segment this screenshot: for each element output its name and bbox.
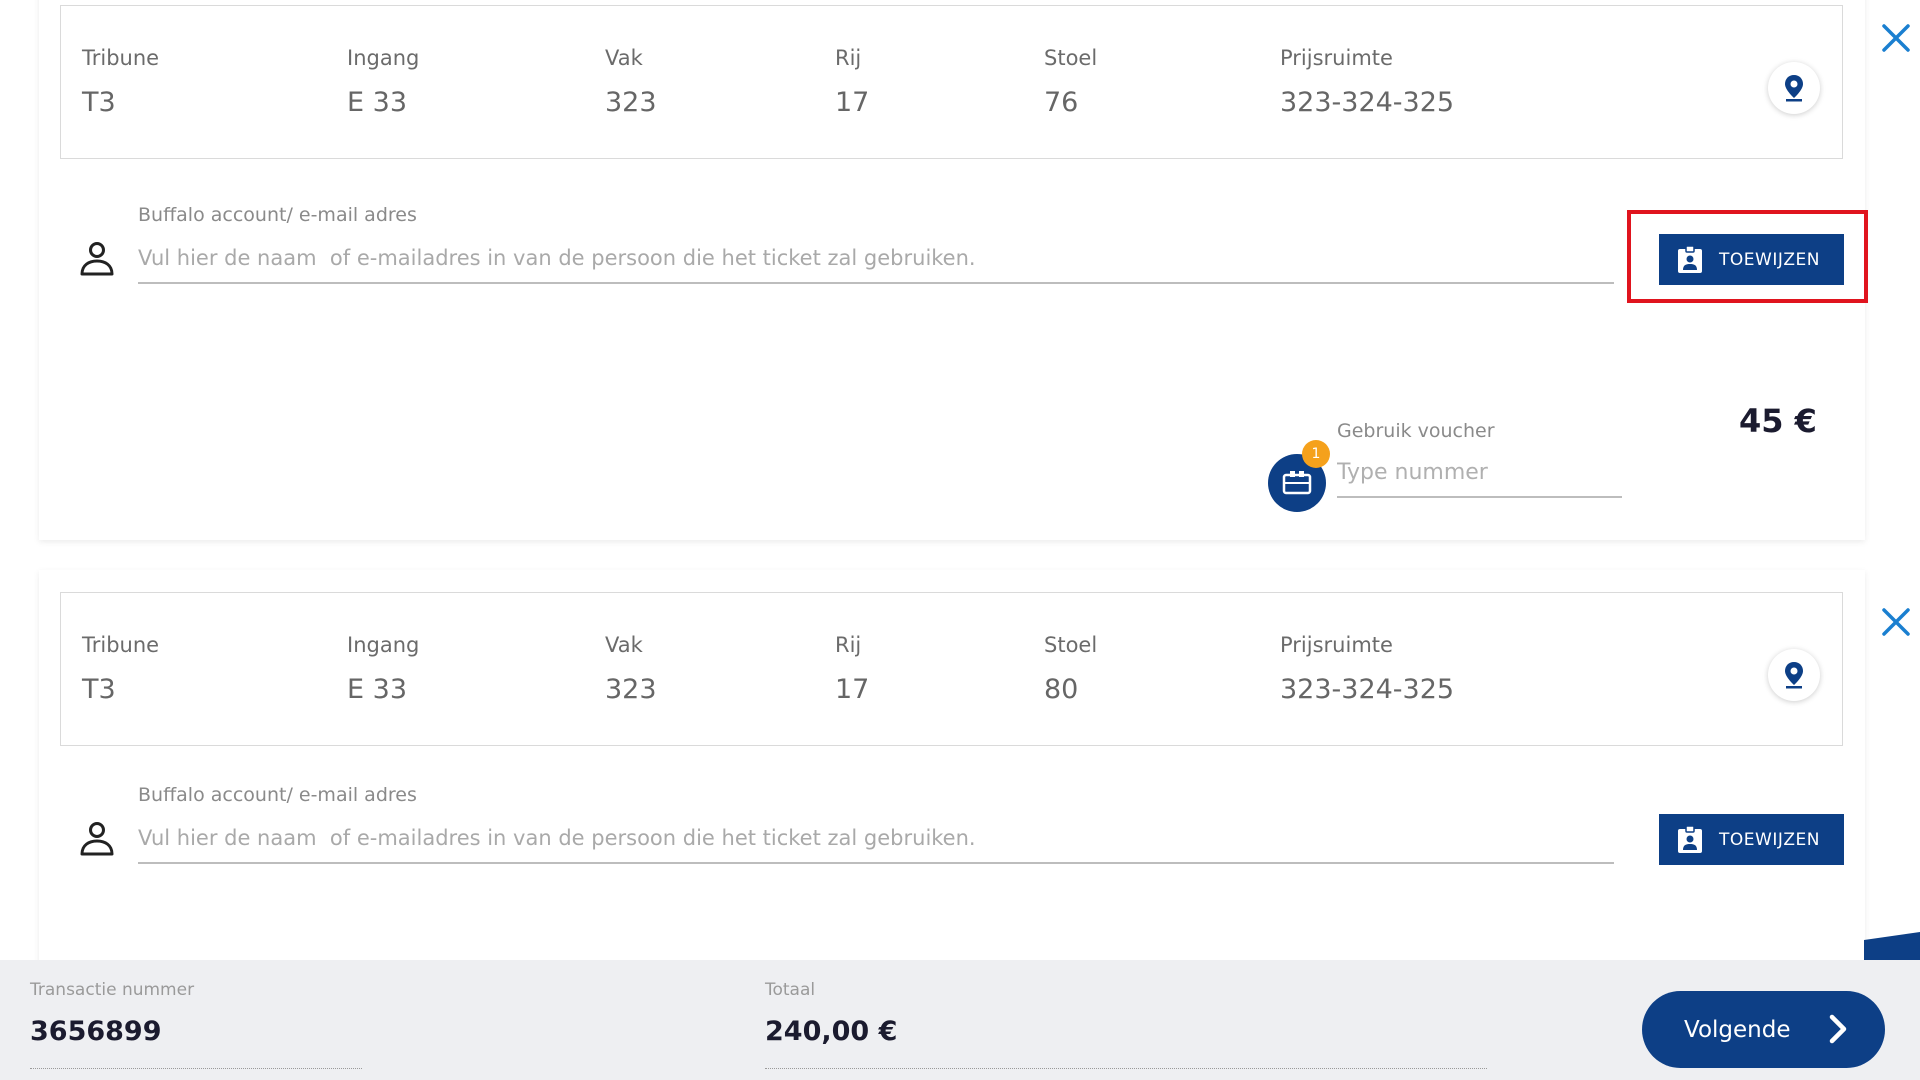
- chevron-right-icon: [1829, 1014, 1847, 1044]
- transaction-number-label: Transactie nummer: [30, 980, 195, 1000]
- prijsruimte-label: Prijsruimte: [1280, 633, 1393, 657]
- ingang-label: Ingang: [347, 46, 420, 70]
- divider: [765, 1068, 1487, 1069]
- rij-value: 17: [835, 674, 870, 705]
- total-value: 240,00 €: [765, 1016, 898, 1047]
- stoel-value: 80: [1044, 674, 1079, 705]
- tribune-label: Tribune: [82, 46, 160, 70]
- transaction-number-value: 3656899: [30, 1016, 162, 1047]
- stoel-value: 76: [1044, 87, 1079, 118]
- tribune-label: Tribune: [82, 633, 160, 657]
- rij-label: Rij: [835, 46, 862, 70]
- side-tab[interactable]: [1864, 932, 1920, 962]
- vak-value: 323: [605, 674, 657, 705]
- account-email-input[interactable]: [138, 814, 1614, 864]
- vak-value: 323: [605, 87, 657, 118]
- next-button[interactable]: Volgende: [1642, 991, 1885, 1068]
- assign-button-label: TOEWIJZEN: [1719, 829, 1820, 850]
- ticket-card-1: Tribune T3 Ingang E 33 Vak 323 Rij 17 St…: [39, 0, 1865, 540]
- ingang-label: Ingang: [347, 633, 420, 657]
- prijsruimte-label: Prijsruimte: [1280, 46, 1393, 70]
- map-pin-icon: [1785, 75, 1803, 102]
- voucher-count-badge: 1: [1302, 440, 1330, 468]
- close-icon[interactable]: [1878, 20, 1914, 56]
- user-icon: [80, 242, 114, 276]
- account-email-input[interactable]: [138, 234, 1614, 284]
- tribune-value: T3: [82, 87, 116, 118]
- tribune-value: T3: [82, 674, 116, 705]
- badge-icon: [1678, 245, 1702, 273]
- ticket-card-2: Tribune T3 Ingang E 33 Vak 323 Rij 17 St…: [39, 570, 1865, 970]
- account-label: Buffalo account/ e-mail adres: [138, 784, 417, 806]
- rij-label: Rij: [835, 633, 862, 657]
- ticket-price: 45 €: [1739, 402, 1817, 440]
- total-label: Totaal: [765, 980, 816, 1000]
- prijsruimte-value: 323-324-325: [1280, 87, 1455, 118]
- badge-icon: [1678, 825, 1702, 853]
- rij-value: 17: [835, 87, 870, 118]
- ingang-value: E 33: [347, 87, 407, 118]
- account-label: Buffalo account/ e-mail adres: [138, 204, 417, 226]
- vak-label: Vak: [605, 633, 643, 657]
- seat-info-box: Tribune T3 Ingang E 33 Vak 323 Rij 17 St…: [60, 592, 1843, 746]
- assign-button-label: TOEWIJZEN: [1719, 249, 1820, 270]
- map-location-button[interactable]: [1768, 649, 1820, 701]
- map-pin-icon: [1785, 662, 1803, 689]
- prijsruimte-value: 323-324-325: [1280, 674, 1455, 705]
- user-icon: [80, 822, 114, 856]
- divider: [30, 1068, 362, 1069]
- vak-label: Vak: [605, 46, 643, 70]
- ticket-assignment-page: Tribune T3 Ingang E 33 Vak 323 Rij 17 St…: [0, 0, 1920, 1080]
- assign-button[interactable]: TOEWIJZEN: [1659, 234, 1844, 285]
- stoel-label: Stoel: [1044, 633, 1098, 657]
- checkout-footer: Transactie nummer 3656899 Totaal 240,00 …: [0, 960, 1920, 1080]
- ticket-icon: [1282, 471, 1312, 495]
- assign-button[interactable]: TOEWIJZEN: [1659, 814, 1844, 865]
- voucher-label: Gebruik voucher: [1337, 420, 1495, 442]
- close-icon[interactable]: [1878, 604, 1914, 640]
- next-button-label: Volgende: [1684, 1016, 1791, 1043]
- assign-row: Buffalo account/ e-mail adres TOEWIJZEN: [39, 204, 1865, 304]
- assign-row: Buffalo account/ e-mail adres TOEWIJZEN: [39, 784, 1865, 884]
- ingang-value: E 33: [347, 674, 407, 705]
- voucher-number-input[interactable]: [1337, 448, 1622, 498]
- map-location-button[interactable]: [1768, 62, 1820, 114]
- stoel-label: Stoel: [1044, 46, 1098, 70]
- seat-info-box: Tribune T3 Ingang E 33 Vak 323 Rij 17 St…: [60, 5, 1843, 159]
